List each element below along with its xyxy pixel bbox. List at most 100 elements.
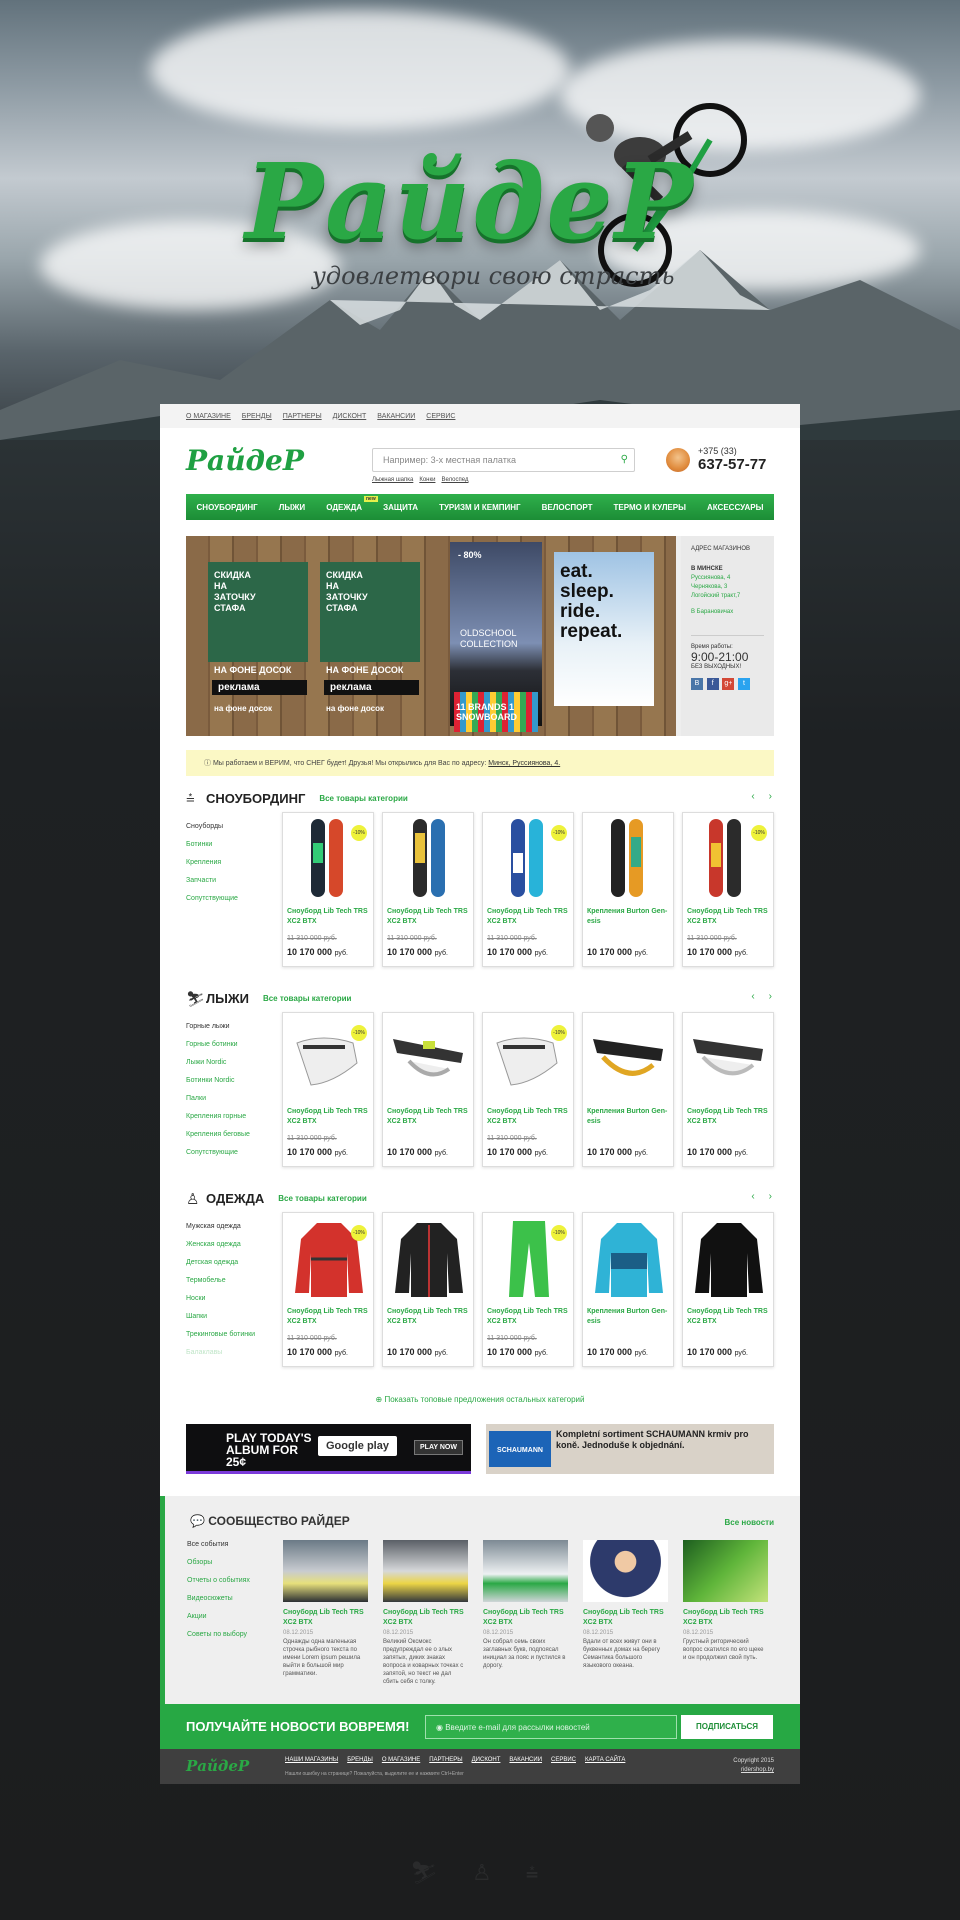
footer-link[interactable]: ПАРТНЕРЫ	[429, 1757, 462, 1763]
schaumann-banner[interactable]: SCHAUMANN Kompletní sortiment SCHAUMANN …	[486, 1424, 774, 1474]
news-title[interactable]: Сноуборд Lib Tech TRS XC2 BTX	[283, 1608, 368, 1628]
product-name[interactable]: Сноуборд Lib Tech TRS XC2 BTX	[387, 1307, 473, 1327]
search-hint[interactable]: Велоспед	[441, 477, 468, 483]
product-name[interactable]: Сноуборд Lib Tech TRS XC2 BTX	[387, 1107, 473, 1127]
news-title[interactable]: Сноуборд Lib Tech TRS XC2 BTX	[383, 1608, 468, 1628]
subcategory-item[interactable]: Сноуборды	[186, 818, 276, 836]
product-name[interactable]: Сноуборд Lib Tech TRS XC2 BTX	[287, 1107, 373, 1127]
vk-icon[interactable]: В	[691, 678, 703, 690]
product-card[interactable]: -10% Сноуборд Lib Tech TRS XC2 BTX 11 31…	[682, 812, 774, 967]
category-all-link[interactable]: Все товары категории	[263, 994, 351, 1003]
google-plus-icon[interactable]: g+	[722, 678, 735, 690]
community-filter[interactable]: Советы по выбору	[187, 1626, 250, 1644]
google-play-banner[interactable]: PLAY TODAY'S ALBUM FOR 25¢ Google play P…	[186, 1424, 471, 1474]
subcategory-item[interactable]: Сопутствующие	[186, 890, 276, 908]
community-filter[interactable]: Обзоры	[187, 1554, 250, 1572]
nav-item-accessories[interactable]: АКСЕССУАРЫ	[707, 503, 763, 512]
play-now-button[interactable]: PLAY NOW	[414, 1440, 463, 1455]
product-card[interactable]: -10% Сноуборд Lib Tech TRS XC2 BTX 11 31…	[282, 812, 374, 967]
city-baranovichi[interactable]: В Барановичах	[691, 609, 764, 615]
footer-link[interactable]: НАШИ МАГАЗИНЫ	[285, 1757, 338, 1763]
promo-ad-repeat[interactable]: eat. sleep. ride. repeat.	[554, 552, 654, 706]
nav-item-clothing[interactable]: ОДЕЖДА	[326, 503, 362, 512]
subcategory-item[interactable]: Шапки	[186, 1308, 276, 1326]
product-card[interactable]: Крепления Burton Gen-esis 10 170 000 руб…	[582, 1212, 674, 1367]
nav-item-thermo[interactable]: ТЕРМО И КУЛЕРЫ	[614, 503, 686, 512]
top-nav-service[interactable]: СЕРВИС	[426, 413, 455, 420]
news-item[interactable]: Сноуборд Lib Tech TRS XC2 BTX 08.12.2015…	[683, 1540, 768, 1662]
carousel-arrows[interactable]: ‹›	[751, 991, 786, 1002]
news-item[interactable]: Сноуборд Lib Tech TRS XC2 BTX 08.12.2015…	[383, 1540, 468, 1686]
site-link[interactable]: ridershop.by	[733, 1766, 774, 1775]
product-name[interactable]: Сноуборд Lib Tech TRS XC2 BTX	[687, 907, 773, 927]
subscribe-button[interactable]: ПОДПИСАТЬСЯ	[681, 1715, 773, 1739]
phone-number[interactable]: 637-57-77	[698, 456, 766, 473]
subcategory-item[interactable]: Мужская одежда	[186, 1218, 276, 1236]
show-more-link[interactable]: ⊕ Показать топовые предложения остальных…	[160, 1395, 800, 1404]
top-nav-brands[interactable]: БРЕНДЫ	[242, 413, 272, 420]
top-nav-discount[interactable]: ДИСКОНТ	[333, 413, 367, 420]
community-filter[interactable]: Все события	[187, 1536, 250, 1554]
footer-link[interactable]: О МАГАЗИНЕ	[382, 1757, 420, 1763]
search-icon[interactable]: ⚲	[621, 454, 628, 465]
search-hint[interactable]: Лыжная шапка	[372, 477, 413, 483]
facebook-icon[interactable]: f	[706, 678, 719, 690]
subcategory-item[interactable]: Ботинки	[186, 836, 276, 854]
product-card[interactable]: Сноуборд Lib Tech TRS XC2 BTX 10 170 000…	[382, 1012, 474, 1167]
top-nav-partners[interactable]: ПАРТНЕРЫ	[283, 413, 322, 420]
category-all-link[interactable]: Все товары категории	[278, 1194, 366, 1203]
subcategory-item[interactable]: Женская одежда	[186, 1236, 276, 1254]
product-card[interactable]: -10% Сноуборд Lib Tech TRS XC2 BTX 11 31…	[482, 1012, 574, 1167]
subcategory-item[interactable]: Сопутствующие	[186, 1144, 276, 1162]
nav-item-cycling[interactable]: ВЕЛОСПОРТ	[542, 503, 593, 512]
subcategory-item[interactable]: Крепления беговые	[186, 1126, 276, 1144]
subcategory-item[interactable]: Термобелье	[186, 1272, 276, 1290]
product-card[interactable]: -10% Сноуборд Lib Tech TRS XC2 BTX 11 31…	[282, 1212, 374, 1367]
shop-address[interactable]: Руссиянова, 4	[691, 575, 764, 581]
promo-ad-1[interactable]: СКИДКА НА ЗАТОЧКУ СТАФА НА ФОНЕ ДОСОК ре…	[208, 562, 308, 713]
all-news-link[interactable]: Все новости	[725, 1518, 775, 1527]
footer-link[interactable]: ДИСКОНТ	[472, 1757, 501, 1763]
email-field[interactable]: ◉ Введите e-mail для рассылки новостей	[425, 1715, 677, 1739]
product-card[interactable]: Сноуборд Lib Tech TRS XC2 BTX 10 170 000…	[682, 1212, 774, 1367]
shop-address[interactable]: Чернякова, 3	[691, 584, 764, 590]
news-item[interactable]: Сноуборд Lib Tech TRS XC2 BTX 08.12.2015…	[483, 1540, 568, 1670]
footer-link[interactable]: ВАКАНСИИ	[509, 1757, 542, 1763]
subcategory-item[interactable]: Детская одежда	[186, 1254, 276, 1272]
nav-item-ski[interactable]: ЛЫЖИ	[279, 503, 305, 512]
nav-item-tourism[interactable]: ТУРИЗМ И КЕМПИНГ	[439, 503, 521, 512]
top-nav-about[interactable]: О МАГАЗИНЕ	[186, 413, 231, 420]
subcategory-item[interactable]: Запчасти	[186, 872, 276, 890]
footer-logo[interactable]: РайдеР	[186, 1757, 249, 1775]
product-name[interactable]: Сноуборд Lib Tech TRS XC2 BTX	[487, 1307, 573, 1327]
product-card[interactable]: -10% Сноуборд Lib Tech TRS XC2 BTX 11 31…	[482, 812, 574, 967]
subcategory-item[interactable]: Палки	[186, 1090, 276, 1108]
news-title[interactable]: Сноуборд Lib Tech TRS XC2 BTX	[483, 1608, 568, 1628]
product-card[interactable]: Сноуборд Lib Tech TRS XC2 BTX 10 170 000…	[682, 1012, 774, 1167]
subcategory-item[interactable]: Носки	[186, 1290, 276, 1308]
product-name[interactable]: Сноуборд Lib Tech TRS XC2 BTX	[287, 907, 373, 927]
community-filter[interactable]: Видеосюжеты	[187, 1590, 250, 1608]
carousel-arrows[interactable]: ‹›	[751, 1191, 786, 1202]
category-all-link[interactable]: Все товары категории	[319, 794, 407, 803]
subcategory-item[interactable]: Балаклавы	[186, 1344, 276, 1362]
footer-link[interactable]: БРЕНДЫ	[347, 1757, 373, 1763]
subcategory-item[interactable]: Ботинки Nordic	[186, 1072, 276, 1090]
news-item[interactable]: Сноуборд Lib Tech TRS XC2 BTX 08.12.2015…	[283, 1540, 368, 1678]
nav-item-protection[interactable]: ЗАЩИТА	[383, 503, 418, 512]
product-card[interactable]: -10% Сноуборд Lib Tech TRS XC2 BTX 11 31…	[482, 1212, 574, 1367]
product-card[interactable]: Крепления Burton Gen-esis 10 170 000 руб…	[582, 812, 674, 967]
subcategory-item[interactable]: Лыжи Nordic	[186, 1054, 276, 1072]
subcategory-item[interactable]: Трекинговые ботинки	[186, 1326, 276, 1344]
news-title[interactable]: Сноуборд Lib Tech TRS XC2 BTX	[583, 1608, 668, 1628]
product-name[interactable]: Сноуборд Lib Tech TRS XC2 BTX	[487, 907, 573, 927]
footer-link[interactable]: СЕРВИС	[551, 1757, 576, 1763]
notice-link[interactable]: Минск, Руссиянова, 4.	[488, 760, 560, 767]
product-name[interactable]: Сноуборд Lib Tech TRS XC2 BTX	[687, 1307, 773, 1327]
search-input[interactable]: Например: 3-х местная палатка ⚲	[372, 448, 635, 472]
product-name[interactable]: Сноуборд Lib Tech TRS XC2 BTX	[487, 1107, 573, 1127]
product-card[interactable]: -10% Сноуборд Lib Tech TRS XC2 BTX 11 31…	[282, 1012, 374, 1167]
shop-address[interactable]: Логойский тракт,7	[691, 593, 764, 599]
product-card[interactable]: Крепления Burton Gen-esis 10 170 000 руб…	[582, 1012, 674, 1167]
product-name[interactable]: Крепления Burton Gen-esis	[587, 907, 673, 927]
